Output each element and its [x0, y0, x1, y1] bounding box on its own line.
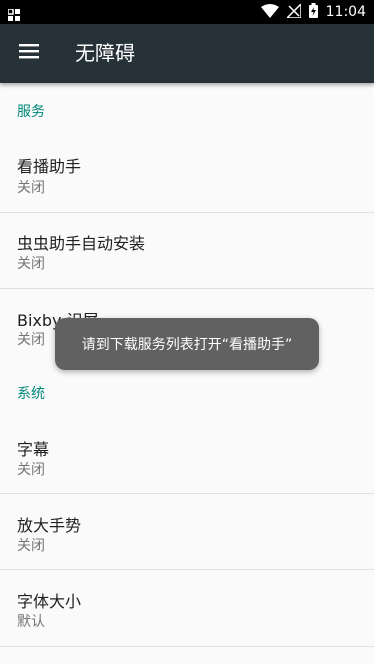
battery-charging-icon: [308, 2, 318, 22]
pref-summary: 关闭: [17, 538, 45, 554]
menu-button[interactable]: [14, 38, 44, 68]
pref-summary: 关闭: [17, 462, 45, 478]
pref-summary: 关闭: [17, 332, 45, 348]
status-bar: 11:04: [0, 0, 374, 24]
app-bar: 无障碍: [0, 24, 374, 83]
pref-title: 放大手势: [17, 516, 82, 535]
pref-item-captions[interactable]: 字幕 关闭: [0, 418, 374, 493]
pref-item-kanbo-assistant[interactable]: 看播助手 关闭: [0, 136, 374, 212]
pref-title: 字幕: [17, 440, 50, 459]
pref-item-font-size[interactable]: 字体大小 默认: [0, 570, 374, 646]
pref-title: 虫虫助手自动安装: [17, 234, 146, 253]
app-grid-icon: [7, 6, 20, 21]
divider: [0, 646, 374, 647]
page-title: 无障碍: [75, 41, 135, 65]
section-header-system: 系统: [17, 386, 45, 402]
section-header-services: 服务: [17, 104, 45, 120]
pref-item-chongchong-auto-install[interactable]: 虫虫助手自动安装 关闭: [0, 213, 374, 288]
hamburger-menu-icon: [19, 43, 39, 63]
pref-item-magnification-gestures[interactable]: 放大手势 关闭: [0, 494, 374, 569]
status-time: 11:04: [325, 4, 366, 20]
pref-summary: 关闭: [17, 180, 45, 196]
pref-summary: 关闭: [17, 256, 45, 272]
wifi-icon: [260, 3, 279, 22]
pref-title: 看播助手: [17, 157, 82, 176]
pref-title: 字体大小: [17, 592, 82, 611]
pref-summary: 默认: [17, 614, 45, 630]
toast-message: 请到下载服务列表打开“看播助手”: [55, 318, 319, 370]
signal-off-icon: [284, 1, 302, 22]
